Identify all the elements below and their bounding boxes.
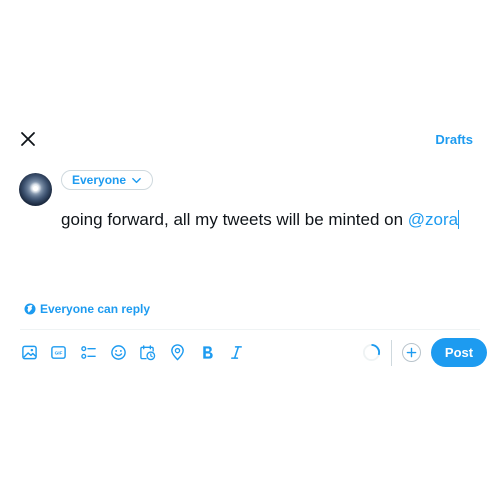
svg-text:GIF: GIF: [55, 351, 63, 357]
audience-label: Everyone: [72, 173, 127, 187]
avatar[interactable]: [19, 173, 52, 206]
schedule-icon[interactable]: [139, 344, 156, 361]
tweet-text-input[interactable]: going forward, all my tweets will be min…: [61, 210, 460, 230]
text-caret: [458, 210, 460, 229]
add-post-button[interactable]: [402, 343, 421, 362]
mention-text: @zora: [407, 210, 459, 229]
tweet-text: going forward, all my tweets will be min…: [61, 210, 408, 229]
post-button[interactable]: Post: [431, 338, 487, 367]
chevron-down-icon: [132, 177, 141, 183]
bold-icon[interactable]: [199, 344, 216, 361]
emoji-icon[interactable]: [110, 344, 127, 361]
character-progress-ring: [362, 343, 381, 362]
location-icon[interactable]: [169, 344, 186, 361]
gif-icon[interactable]: GIF: [50, 344, 67, 361]
divider: [20, 329, 480, 330]
image-icon[interactable]: [21, 344, 38, 361]
toolbar-separator: [391, 340, 392, 366]
reply-setting-label: Everyone can reply: [40, 302, 151, 316]
close-button[interactable]: [18, 129, 38, 149]
drafts-link[interactable]: Drafts: [435, 132, 473, 147]
poll-icon[interactable]: [80, 344, 97, 361]
audience-selector[interactable]: Everyone: [61, 170, 154, 190]
reply-setting-button[interactable]: Everyone can reply: [24, 302, 150, 316]
close-icon: [21, 132, 35, 146]
italic-icon[interactable]: [228, 344, 245, 361]
globe-icon: [24, 303, 36, 315]
plus-icon: [406, 347, 417, 358]
